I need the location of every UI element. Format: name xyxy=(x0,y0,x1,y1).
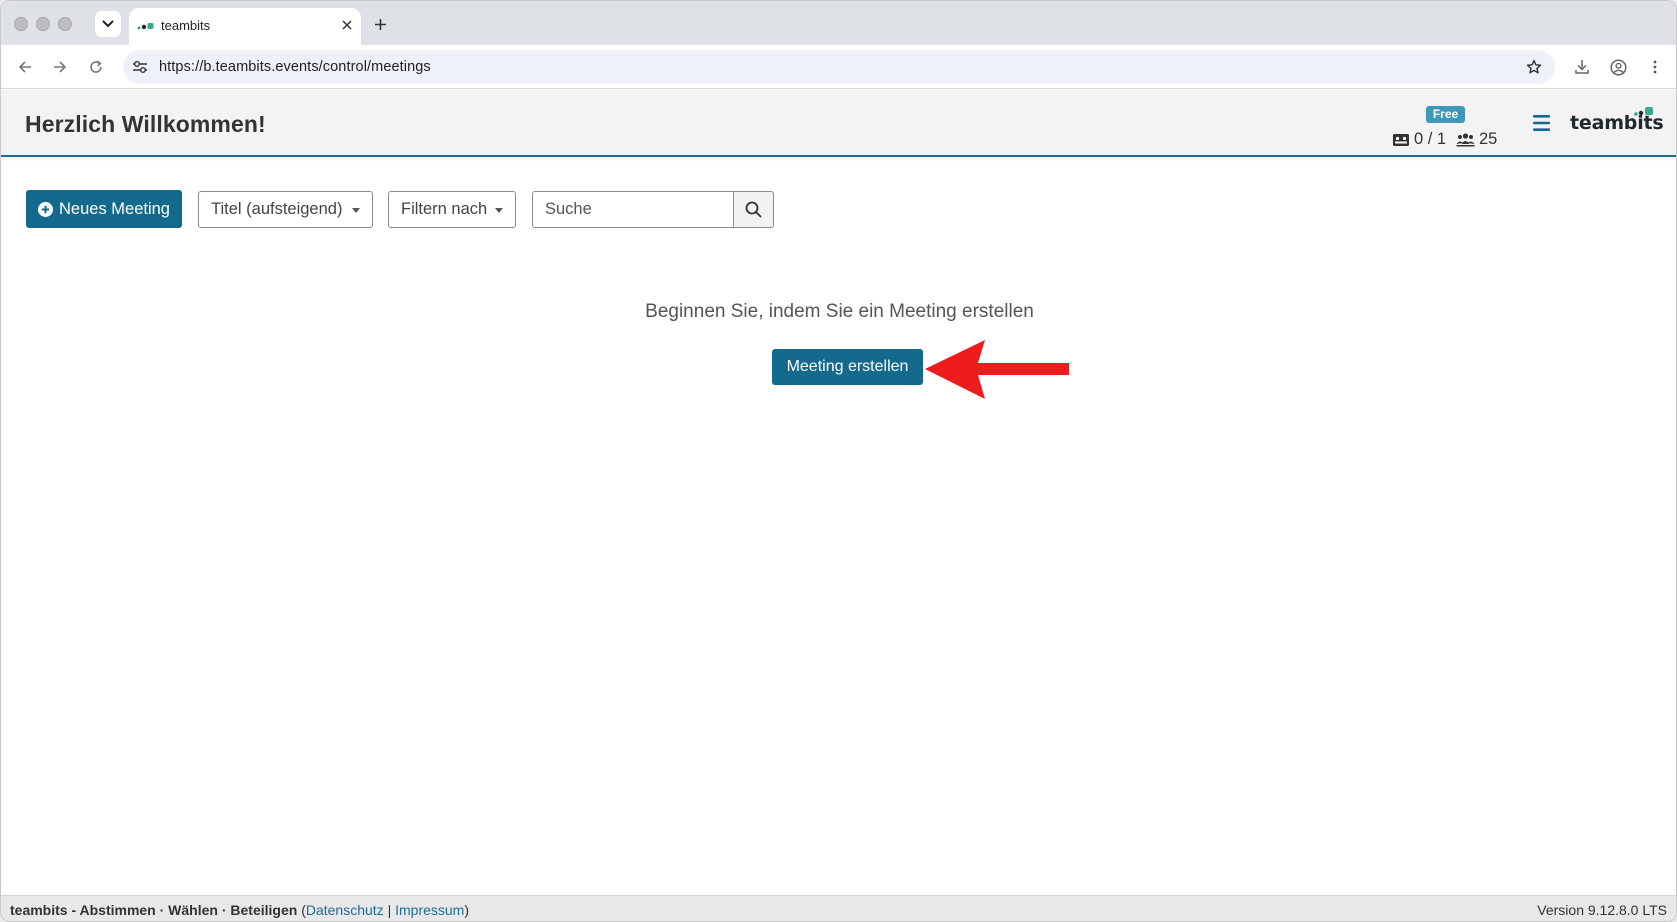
plus-icon xyxy=(374,18,386,30)
sort-dropdown-label: Titel (aufsteigend) xyxy=(211,200,343,218)
window-zoom-dot[interactable] xyxy=(58,17,72,31)
create-meeting-label: Meeting erstellen xyxy=(786,358,909,375)
browser-toolbar: https://b.teambits.events/control/meetin… xyxy=(1,45,1676,89)
footer-paren-close: ) xyxy=(464,902,470,918)
new-meeting-button[interactable]: Neues Meeting xyxy=(26,190,182,228)
sort-dropdown[interactable]: Titel (aufsteigend) xyxy=(198,191,373,228)
tab-title: teambits xyxy=(161,18,211,33)
chevron-down-icon xyxy=(102,20,114,28)
caret-down-icon xyxy=(495,208,503,213)
arrow-left-icon xyxy=(18,61,31,73)
bookmark-button[interactable] xyxy=(1525,58,1543,76)
site-settings-button[interactable] xyxy=(131,58,149,76)
tab-search-button[interactable] xyxy=(95,11,121,37)
plus-circle-icon xyxy=(38,201,53,217)
tune-icon xyxy=(133,61,147,73)
app-footer: teambits - Abstimmen · Wählen · Beteilig… xyxy=(1,895,1676,921)
participants-quota: 25 xyxy=(1456,128,1497,150)
account-circle-icon xyxy=(1609,58,1627,76)
teambits-logo[interactable]: teambits xyxy=(1570,107,1664,140)
forward-button[interactable] xyxy=(49,56,71,78)
caret-down-icon xyxy=(352,208,360,213)
star-icon xyxy=(1526,59,1542,74)
filter-dropdown-label: Filtern nach xyxy=(401,200,488,218)
browser-menu-button[interactable] xyxy=(1644,56,1666,78)
reload-button[interactable] xyxy=(85,56,107,78)
create-meeting-button[interactable]: Meeting erstellen xyxy=(772,349,923,385)
imprint-link[interactable]: Impressum xyxy=(395,902,464,918)
meetings-quota-value: 0 / 1 xyxy=(1414,129,1447,148)
hamburger-menu-icon[interactable] xyxy=(1531,114,1553,132)
empty-state-message: Beginnen Sie, indem Sie ein Meeting erst… xyxy=(645,301,1034,322)
reload-icon xyxy=(90,60,102,73)
new-meeting-label: Neues Meeting xyxy=(59,199,170,218)
back-button[interactable] xyxy=(14,56,36,78)
footer-tagline: teambits - Abstimmen · Wählen · Beteilig… xyxy=(10,902,298,918)
app-header: Herzlich Willkommen! Free 0 / 1 25 teamb xyxy=(1,90,1676,157)
meeting-room-icon xyxy=(1393,133,1409,146)
arrow-right-icon xyxy=(54,61,67,73)
browser-tab-bar: teambits xyxy=(1,1,1676,45)
participants-quota-value: 25 xyxy=(1479,129,1498,148)
browser-tab-active[interactable]: teambits xyxy=(129,8,361,45)
downloads-button[interactable] xyxy=(1571,56,1593,78)
page-title: Herzlich Willkommen! xyxy=(25,111,266,137)
url-text[interactable]: https://b.teambits.events/control/meetin… xyxy=(159,59,431,75)
browser-window: teambits https://b.teambits.events/contr… xyxy=(0,0,1677,922)
new-tab-button[interactable] xyxy=(369,13,391,35)
profile-button[interactable] xyxy=(1607,56,1629,78)
filter-dropdown[interactable]: Filtern nach xyxy=(388,191,516,228)
close-icon xyxy=(342,20,352,30)
search-input[interactable] xyxy=(532,191,734,228)
red-annotation-arrow-icon xyxy=(925,340,1069,399)
teambits-favicon-icon xyxy=(137,23,154,30)
window-minimize-dot[interactable] xyxy=(36,17,50,31)
version-label: Version 9.12.8.0 LTS xyxy=(1537,902,1667,918)
more-vertical-icon xyxy=(1653,60,1657,74)
footer-info: teambits - Abstimmen · Wählen · Beteilig… xyxy=(10,902,469,918)
privacy-link[interactable]: Datenschutz xyxy=(306,902,384,918)
plan-badge: Free xyxy=(1426,106,1465,123)
address-bar[interactable]: https://b.teambits.events/control/meetin… xyxy=(123,50,1555,84)
users-icon xyxy=(1456,132,1475,146)
search-icon xyxy=(745,201,762,218)
logo-dots-icon xyxy=(1634,107,1653,116)
window-close-dot[interactable] xyxy=(14,17,28,31)
download-icon xyxy=(1575,60,1589,74)
search-button[interactable] xyxy=(733,191,774,228)
tab-close-button[interactable] xyxy=(338,16,356,34)
meetings-quota: 0 / 1 xyxy=(1392,128,1446,150)
footer-separator: | xyxy=(387,902,392,918)
